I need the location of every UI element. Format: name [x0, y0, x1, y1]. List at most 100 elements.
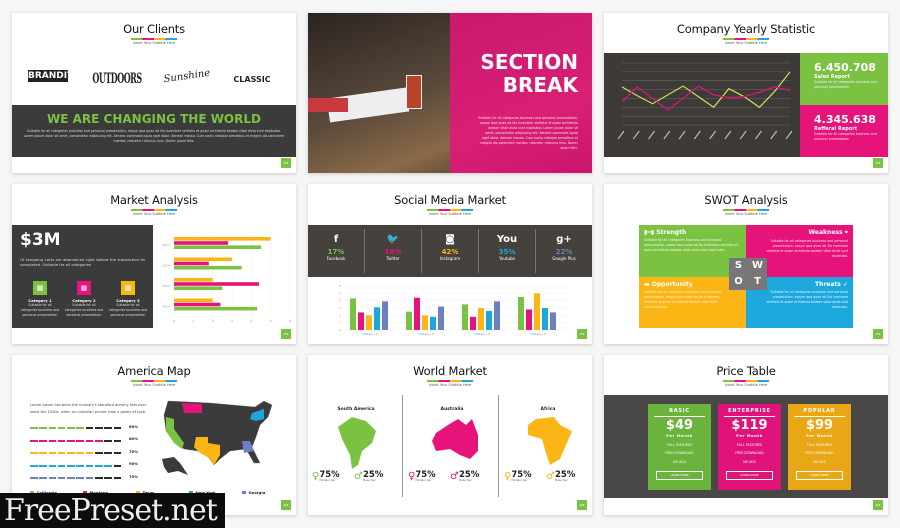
male-stat: ♂ 25% Male User: [450, 471, 479, 482]
region-name: South America: [337, 407, 375, 412]
strength-text: Suitable for all categories business and…: [644, 238, 738, 252]
plan-feature: FULL FEATURES: [806, 442, 833, 447]
state-percent: 60%: [128, 423, 139, 429]
bar: [518, 297, 524, 330]
plan-feature: NO ADS: [673, 459, 686, 464]
bar-segment: [57, 452, 66, 454]
plan-period: Per Month: [806, 433, 833, 438]
slide-price-table[interactable]: Price Table Insert Your Subtitle Here BA…: [604, 355, 888, 515]
region-map: [432, 419, 478, 459]
logo-classic: CLASSIC: [233, 75, 271, 84]
bar: [358, 312, 364, 330]
bar-segment: [67, 427, 75, 429]
x-tick-label: [754, 130, 762, 140]
plan-price: $49: [665, 418, 694, 433]
social-band: f 17% Facebook 🐦 18% Twitter ◙ 42% Insta…: [308, 225, 592, 277]
bar-segment: [113, 427, 122, 429]
slide-world-market[interactable]: World Market Insert Your Subtitle Here S…: [308, 355, 592, 515]
bar-segment: [95, 464, 103, 467]
x-tick-label: 1: [192, 319, 194, 323]
bar-segment: [76, 427, 84, 429]
bar-segment: [39, 452, 47, 454]
sales-value: 6.450.708: [814, 61, 876, 74]
slide-section-break[interactable]: SECTION BREAK Suitable for all categorie…: [308, 13, 592, 173]
plan-name: POPULAR: [803, 408, 836, 414]
google-plus-icon: g+: [556, 234, 572, 245]
bar-segment: [30, 477, 38, 479]
swot-letter-s: S: [734, 260, 743, 271]
slide-yearly-statistic[interactable]: Company Yearly Statistic Insert Your Sub…: [604, 13, 888, 173]
state-montana: [182, 403, 202, 413]
bar: [174, 278, 213, 282]
legend-item: Georgia: [242, 490, 265, 495]
slide-our-clients[interactable]: Our Clients Insert Your Subtitle Here BR…: [12, 13, 296, 173]
plan-feature: FREE DOWNLOAD: [805, 451, 834, 455]
slide-swot[interactable]: SWOT Analysis Insert Your Subtitle Here …: [604, 184, 888, 344]
market-panel: $3M Of shopping carts are abandoned righ…: [12, 225, 153, 328]
x-tick-label: [739, 130, 747, 140]
category-label: Category 3: [474, 332, 490, 336]
rocket-icon: ➶: [840, 281, 848, 288]
bar-segment: [39, 439, 47, 442]
male-user-icon: ♂: [450, 471, 459, 482]
learn-more-button[interactable]: LEARN MORE: [726, 470, 773, 480]
category-label: Category 4: [530, 332, 546, 336]
female-stat: ♀ 75% Female User: [504, 471, 532, 482]
bar: [174, 265, 242, 270]
x-tick-label: [617, 130, 625, 140]
legend-label: Georgia: [248, 490, 266, 495]
page-number: ##: [281, 500, 291, 510]
slide-america-map[interactable]: America Map Insert Your Subtitle Here Lo…: [12, 355, 296, 515]
bar-segment: [95, 452, 103, 454]
plan-name: ENTERPRISE: [728, 408, 771, 414]
referral-card: 4.345.638 Refferal Report Suitable for a…: [800, 105, 888, 157]
bar: [366, 315, 372, 330]
bar: [430, 316, 436, 330]
x-tick-label: 4: [250, 319, 252, 323]
page-number: ##: [577, 500, 587, 510]
learn-more-button[interactable]: LEARN MORE: [656, 470, 703, 480]
bar-segment: [113, 477, 122, 479]
bar-segment: [48, 452, 57, 454]
sales-card: 6.450.708 Sales Report Suitable for all …: [800, 53, 888, 105]
x-tick-label: [693, 130, 701, 140]
bar: [174, 286, 223, 290]
bar-segment: [39, 427, 47, 429]
female-percent: 75%: [415, 470, 436, 480]
male-user-icon: ♂: [354, 471, 363, 482]
state-progress-row: 70%: [30, 473, 160, 479]
twitter-icon: 🐦: [386, 234, 400, 245]
slide-market-analysis[interactable]: Market Analysis Insert Your Subtitle Her…: [12, 184, 296, 344]
x-tick-label: [678, 130, 686, 140]
social-item: You 35% Youtube: [478, 229, 535, 273]
x-tick-label: [632, 130, 640, 140]
slide-social-media[interactable]: Social Media Market Insert Your Subtitle…: [308, 184, 592, 344]
plan-card: BASIC $49 Per Month FULL FEATURES FREE DO…: [648, 404, 711, 490]
bar-segment: [48, 477, 57, 479]
opportunity-text: Suitable for all categories business and…: [644, 290, 722, 309]
bar: [494, 301, 500, 330]
telescope-icon: ⌖: [842, 229, 848, 236]
y-tick-label: 0: [339, 328, 341, 332]
bar-segment: [104, 439, 112, 442]
slide-subtitle: Insert Your Subtitle Here: [132, 41, 176, 45]
category-label: Category 1: [362, 332, 378, 336]
threats-text: Suitable for all categories business and…: [766, 290, 848, 309]
section-title-line2: BREAK: [502, 73, 578, 97]
plan-feature: FULL FEATURES: [736, 442, 763, 447]
referral-text: Suitable for all categories business and…: [814, 132, 877, 141]
male-percent: 25%: [554, 470, 576, 480]
weakness-label: Weakness: [808, 229, 843, 236]
male-percent: 25%: [458, 470, 480, 480]
bar-segment: [76, 452, 84, 454]
page-number: ##: [873, 158, 883, 168]
region-0: South America ♀ 75% Female User ♂ 25% Male U…: [308, 355, 404, 515]
referral-value: 4.345.638: [814, 113, 876, 126]
bar-segment: [76, 439, 84, 442]
social-percent: 22%: [555, 248, 573, 256]
title-divider: [131, 209, 177, 211]
learn-more-button[interactable]: LEARN MORE: [796, 470, 843, 480]
bar: [534, 293, 540, 330]
photo-glass: [406, 75, 422, 109]
slide-subtitle: Insert Your Subtitle Here: [724, 41, 768, 45]
